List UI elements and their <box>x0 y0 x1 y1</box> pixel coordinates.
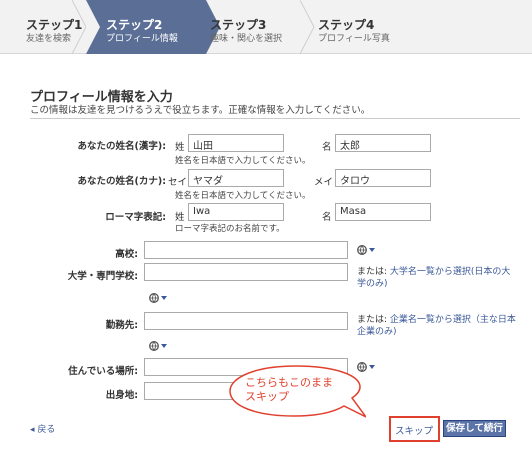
first-name-roman-input[interactable]: Masa <box>335 203 431 221</box>
step-1: ステップ1 友達を検索 <box>26 0 82 54</box>
university-input[interactable] <box>144 263 348 281</box>
company-list-link[interactable]: または: 企業名一覧から選択（主な日本企業のみ) <box>357 314 517 338</box>
step-3: ステップ3 趣味・関心を選択 <box>210 0 282 54</box>
roman-name-hint: ローマ字表記のお名前です。 <box>175 224 285 234</box>
first-name-kana-label: メイ <box>314 177 334 188</box>
workplace-input[interactable] <box>144 312 348 330</box>
roman-name-label: ローマ字表記: <box>105 212 166 223</box>
globe-icon[interactable] <box>149 341 167 351</box>
first-name-kanji-label: 名 <box>322 142 332 153</box>
step-subtitle: 趣味・関心を選択 <box>210 34 283 44</box>
last-name-kana-input[interactable]: ヤマダ <box>188 169 284 187</box>
save-and-continue-button[interactable]: 保存して続行 <box>443 420 506 437</box>
highschool-input[interactable] <box>144 241 348 259</box>
step-progress-bar: ステップ1 友達を検索 ステップ2 プロフィール情報 ステップ3 趣味・関心を選… <box>0 0 532 54</box>
step-title: ステップ4 <box>318 18 375 32</box>
skip-link[interactable]: スキップ <box>395 423 433 437</box>
callout-text-content: こちらもこのまま スキップ <box>245 376 333 403</box>
step-separator-icon <box>86 0 100 54</box>
first-name-kanji-input[interactable]: 太郎 <box>335 134 431 152</box>
last-name-roman-label: 姓 <box>175 212 185 223</box>
first-name-roman-label: 名 <box>322 212 332 223</box>
kana-name-hint: 姓名を日本語で入力してください。 <box>175 191 311 201</box>
step-title: ステップ3 <box>210 18 267 32</box>
step-subtitle: 友達を検索 <box>26 34 72 44</box>
last-name-roman-input[interactable]: Iwa <box>188 203 284 221</box>
step-subtitle: プロフィール写真 <box>318 34 390 44</box>
step-title: ステップ1 <box>26 18 83 32</box>
last-name-kana-label: セイ <box>168 177 188 188</box>
page-subtitle: この情報は友達を見つけるうえで役立ちます。正確な情報を入力してください。 <box>30 105 371 116</box>
step-title: ステップ2 <box>106 18 163 32</box>
back-link[interactable]: ◂ 戻る <box>30 422 55 435</box>
divider <box>30 118 520 119</box>
last-name-kanji-label: 姓 <box>175 142 185 153</box>
workplace-label: 勤務先: <box>105 320 138 331</box>
university-label: 大学・専門学校: <box>67 271 138 282</box>
step-4: ステップ4 プロフィール写真 <box>318 0 390 54</box>
globe-icon[interactable] <box>149 293 167 303</box>
kanji-name-label: あなたの姓名(漢字): <box>77 141 166 152</box>
university-list-link[interactable]: または: 大学名一覧から選択(日本の大学のみ) <box>357 266 517 290</box>
step-separator-icon <box>300 0 315 54</box>
hometown-label: 出身地: <box>105 390 138 401</box>
or-label: または: <box>357 267 388 277</box>
back-link-label[interactable]: 戻る <box>37 425 55 435</box>
residence-label: 住んでいる場所: <box>68 366 138 377</box>
step-2: ステップ2 プロフィール情報 <box>106 0 178 54</box>
globe-icon[interactable] <box>357 245 375 255</box>
callout-text: こちらもこのまま スキップ <box>245 376 333 404</box>
kanji-name-hint: 姓名を日本語で入力してください。 <box>175 156 311 166</box>
first-name-kana-input[interactable]: タロウ <box>335 169 431 187</box>
step-subtitle: プロフィール情報 <box>106 34 178 44</box>
or-label: または: <box>357 315 388 325</box>
kana-name-label: あなたの姓名(カナ): <box>77 176 166 187</box>
last-name-kanji-input[interactable]: 山田 <box>188 134 284 152</box>
caret-left-icon: ◂ <box>30 425 35 435</box>
highschool-label: 高校: <box>115 249 138 260</box>
